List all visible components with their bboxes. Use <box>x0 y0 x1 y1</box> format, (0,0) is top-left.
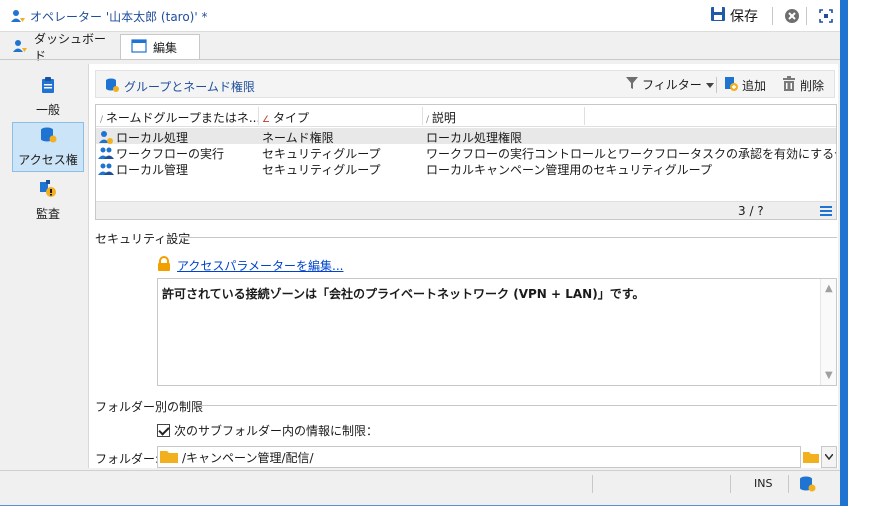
audit-icon <box>39 180 57 201</box>
folder-dropdown-button[interactable] <box>821 446 837 468</box>
add-button[interactable]: 追加 <box>724 76 766 95</box>
list-menu-icon[interactable] <box>820 205 832 219</box>
delete-button[interactable]: 削除 <box>782 76 824 95</box>
edit-access-parameters-link[interactable]: アクセスパラメーターを編集... <box>157 256 344 275</box>
clipboard-icon <box>40 76 56 97</box>
lock-icon <box>157 256 171 275</box>
floppy-disk-icon <box>710 6 726 26</box>
cell-name: ローカル管理 <box>116 163 189 177</box>
form-icon <box>131 39 147 56</box>
add-document-icon <box>724 76 738 95</box>
cell-description: ローカルキャンペーン管理用のセキュリティグループ <box>426 163 712 177</box>
maximize-icon[interactable] <box>818 8 834 27</box>
folder-value: /キャンペーン管理/配信/ <box>182 450 314 465</box>
window-title: オペレーター '山本太郎 (taro)' * <box>30 10 208 24</box>
status-divider <box>730 475 731 493</box>
tab-divider <box>0 59 840 60</box>
table-row[interactable]: ローカル管理 セキュリティグループ ローカルキャンペーン管理用のセキュリティグル… <box>96 160 836 177</box>
folder-field-label: フォルダー: <box>95 452 160 466</box>
nav-item-general[interactable]: 一般 <box>12 72 84 122</box>
delete-label: 削除 <box>800 79 825 93</box>
chevron-down-icon <box>825 454 833 460</box>
column-divider[interactable] <box>422 107 423 125</box>
filter-label: フィルター <box>642 78 702 92</box>
tab-label: 編集 <box>153 41 178 55</box>
left-nav: 一般 アクセス権 監査 <box>8 66 86 466</box>
table-row[interactable]: ワークフローの実行 セキュリティグループ ワークフローの実行コントロールとワーク… <box>96 144 836 161</box>
folder-restriction-label: フォルダー別の制限 <box>95 400 204 414</box>
table-row[interactable]: ローカル処理 ネームド権限 ローカル処理権限 <box>96 128 836 145</box>
link-label: アクセスパラメーターを編集... <box>177 259 344 273</box>
nav-item-label: アクセス権 <box>18 153 78 167</box>
nav-item-label: 監査 <box>35 207 60 221</box>
security-group-icon <box>98 161 114 180</box>
database-icon <box>104 77 120 96</box>
add-label: 追加 <box>742 79 767 93</box>
section-divider <box>181 237 837 238</box>
nav-item-access-rights[interactable]: アクセス権 <box>12 122 84 172</box>
status-divider <box>592 475 593 493</box>
database-icon <box>39 126 57 147</box>
section-title: グループとネームド権限 <box>104 77 255 96</box>
checkbox-label: 次のサブフォルダー内の情報に制限： <box>174 424 379 438</box>
tab-edit[interactable]: 編集 <box>120 34 200 60</box>
operator-icon <box>12 38 28 57</box>
groups-toolbar: グループとネームド権限 フィルター 追加 削除 <box>95 70 835 98</box>
toolbar-divider <box>716 77 717 93</box>
table-header: ∕ ネームドグループまたはネ... ∠ タイプ ∕ 説明 <box>96 105 836 127</box>
column-divider[interactable] <box>258 107 259 125</box>
save-button[interactable]: 保存 <box>710 6 758 26</box>
titlebar-divider <box>772 7 773 25</box>
column-header-type[interactable]: ∠ タイプ <box>262 109 309 126</box>
column-divider[interactable] <box>584 107 585 125</box>
tab-bar: ダッシュボード 編集 <box>0 32 840 63</box>
scroll-down-icon[interactable]: ▼ <box>825 370 833 381</box>
status-divider <box>788 475 789 493</box>
browse-folder-icon[interactable] <box>801 446 821 468</box>
groups-table: ∕ ネームドグループまたはネ... ∠ タイプ ∕ 説明 ローカル処理 ネームド… <box>95 104 837 220</box>
vertical-scrollbar[interactable]: ▲ ▼ <box>820 279 836 385</box>
cell-type: セキュリティグループ <box>262 163 381 177</box>
folder-input[interactable]: /キャンペーン管理/配信/ <box>157 446 801 468</box>
funnel-icon <box>626 76 638 93</box>
nav-item-audit[interactable]: 監査 <box>12 176 84 226</box>
column-header-name[interactable]: ∕ ネームドグループまたはネ... <box>100 109 260 126</box>
security-message: 許可されている接続ゾーンは「会社のプライベートネットワーク (VPN + LAN… <box>162 287 645 301</box>
security-settings-label: セキュリティ設定 <box>95 232 191 246</box>
status-bar: INS <box>0 470 840 496</box>
column-header-description[interactable]: ∕ 説明 <box>426 109 456 126</box>
title-bar: オペレーター '山本太郎 (taro)' * 保存 <box>0 0 840 32</box>
security-message-area[interactable]: 許可されている接続ゾーンは「会社のプライベートネットワーク (VPN + LAN… <box>157 278 837 386</box>
close-icon[interactable] <box>784 8 800 27</box>
folder-icon <box>160 449 178 466</box>
operator-icon <box>10 8 26 27</box>
insert-mode-indicator: INS <box>754 477 773 490</box>
restrict-subfolder-option[interactable]: 次のサブフォルダー内の情報に制限： <box>157 422 378 439</box>
table-footer: 3 / ? <box>96 201 836 219</box>
nav-item-label: 一般 <box>35 103 60 117</box>
window-frame-edge <box>840 0 848 506</box>
record-count: 3 / ? <box>738 204 764 218</box>
editor-window: オペレーター '山本太郎 (taro)' * 保存 ダッシュボード 編集 一般 … <box>0 0 848 506</box>
save-label: 保存 <box>730 9 758 25</box>
trash-icon <box>782 76 796 95</box>
filter-button[interactable]: フィルター <box>626 76 714 93</box>
database-connection-icon <box>798 475 816 496</box>
section-title-label: グループとネームド権限 <box>124 80 255 94</box>
scroll-up-icon[interactable]: ▲ <box>825 283 833 294</box>
caret-down-icon <box>705 78 714 92</box>
main-panel: グループとネームド権限 フィルター 追加 削除 ∕ ネームドグループまたはネ..… <box>88 64 838 468</box>
titlebar-divider <box>806 7 807 25</box>
restrict-subfolder-checkbox[interactable] <box>157 424 170 437</box>
tab-dashboard[interactable]: ダッシュボード <box>2 32 118 63</box>
section-divider <box>195 405 837 406</box>
